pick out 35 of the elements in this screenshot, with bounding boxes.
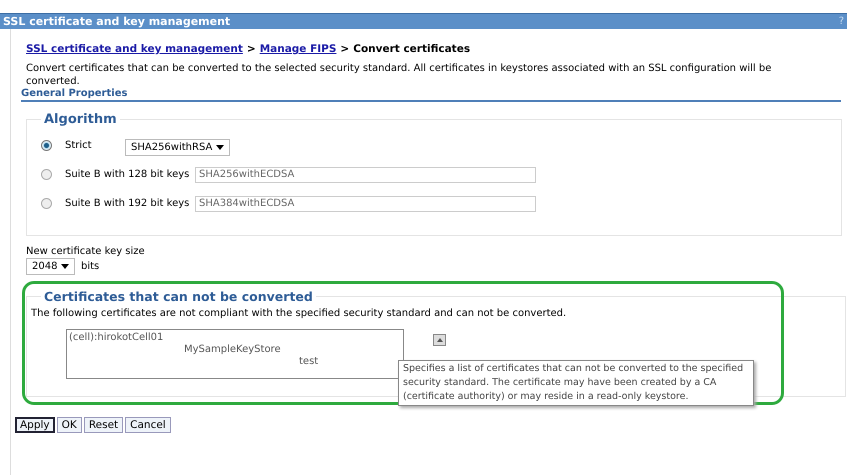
breadcrumb-separator: >	[246, 43, 256, 55]
form-button[interactable]: Apply	[15, 417, 55, 433]
breadcrumb-link[interactable]: Manage FIPS	[260, 43, 336, 55]
list-item[interactable]: test	[69, 356, 401, 368]
group-legend: Certificates that can not be converted	[41, 289, 316, 304]
radio-button[interactable]	[41, 198, 52, 209]
form-button[interactable]: OK	[56, 417, 82, 433]
list-item[interactable]: (cell):hirokotCell01	[69, 332, 401, 344]
option-label: Strict	[65, 140, 93, 151]
window-title: SSL certificate and key management	[3, 15, 230, 28]
key-size-dropdown[interactable]: 2048	[26, 258, 75, 275]
page-description: Convert certificates that can be converted to the selected security standard. All certificates in keystores associated with an SSL configuration will be converted.	[26, 62, 772, 88]
option-label: Suite B with 192 bit keys	[65, 198, 190, 209]
unit-label: bits	[81, 261, 100, 272]
scroll-up-button[interactable]	[433, 334, 446, 346]
form-button[interactable]: Cancel	[125, 417, 171, 433]
certificate-list[interactable]: (cell):hirokotCell01 MySampleKeyStore test	[66, 329, 404, 379]
field-label: New certificate key size	[26, 246, 146, 257]
breadcrumb-link[interactable]: SSL certificate and key management	[26, 43, 243, 55]
option-label: Suite B with 128 bit keys	[65, 169, 190, 180]
caret-icon	[216, 145, 224, 150]
input-field[interactable]: SHA384withECDSA	[195, 196, 536, 212]
section-heading: General Properties	[21, 88, 841, 102]
tooltip: Specifies a list of certificates that can not be converted to the specified security standard. The certificate may have been created by a CA (certificate authority) or may reside in a read-only keystore.	[398, 360, 754, 406]
breadcrumb-separator: >	[340, 43, 350, 55]
breadcrumb-current: Convert certificates	[353, 43, 470, 55]
form-button[interactable]: Reset	[84, 417, 124, 433]
radio-button[interactable]	[41, 169, 52, 180]
radio-button[interactable]	[41, 140, 52, 151]
caret-icon	[61, 264, 69, 269]
input-field[interactable]: SHA256withECDSA	[195, 166, 536, 182]
group-legend: Algorithm	[41, 112, 120, 127]
algorithm-dropdown[interactable]: SHA256withRSA	[125, 139, 230, 156]
group-description: The following certificates are not compliant with the specified security standard and can not be converted.	[31, 308, 568, 319]
list-item[interactable]: MySampleKeyStore	[69, 344, 401, 356]
